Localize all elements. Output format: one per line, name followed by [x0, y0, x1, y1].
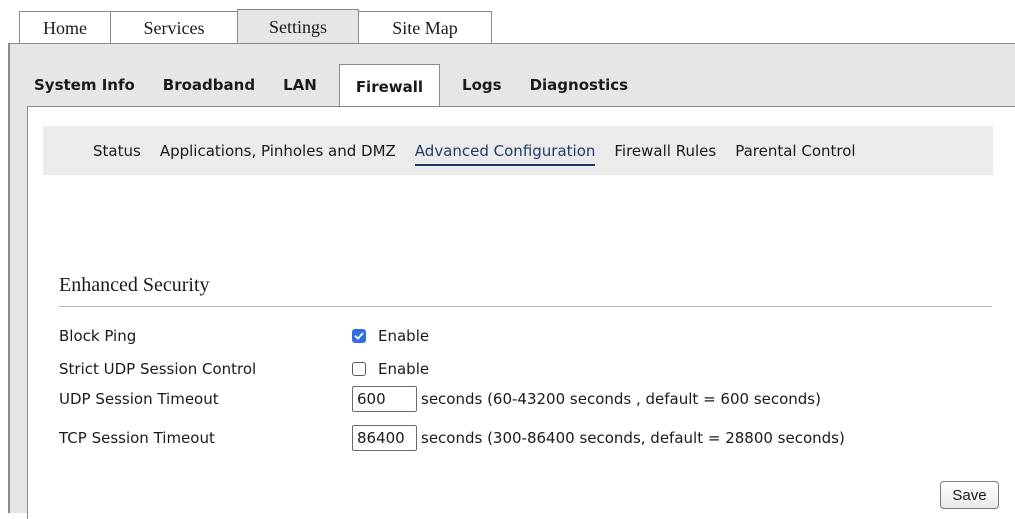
tcp-timeout-hint: seconds (300-86400 seconds, default = 28…	[421, 429, 845, 447]
block-ping-checkbox[interactable]	[352, 329, 366, 343]
tcp-timeout-input[interactable]: 86400	[352, 425, 417, 451]
tab-diagnostics[interactable]: Diagnostics	[530, 65, 629, 105]
tab-settings[interactable]: Settings	[237, 9, 359, 44]
strict-udp-checkbox[interactable]	[352, 362, 366, 376]
save-button[interactable]: Save	[940, 481, 999, 509]
tab-logs[interactable]: Logs	[462, 65, 502, 105]
block-ping-label: Block Ping	[59, 327, 137, 345]
tab-site-map[interactable]: Site Map	[358, 11, 492, 44]
strict-udp-row: Strict UDP Session Control Enable	[59, 358, 429, 380]
link-advanced-configuration[interactable]: Advanced Configuration	[414, 142, 595, 166]
strict-udp-enable-label: Enable	[378, 360, 430, 378]
checkmark-icon	[354, 332, 364, 340]
udp-timeout-input[interactable]: 600	[352, 386, 417, 412]
tab-firewall[interactable]: Firewall	[338, 64, 441, 109]
udp-timeout-hint: seconds (60-43200 seconds , default = 60…	[421, 390, 821, 408]
section-divider	[59, 306, 992, 307]
tab-broadband[interactable]: Broadband	[163, 65, 255, 105]
tcp-timeout-label: TCP Session Timeout	[59, 429, 215, 447]
block-ping-row: Block Ping Enable	[59, 325, 429, 347]
settings-sub-tabs: System Info Broadband LAN Firewall Logs …	[34, 64, 656, 109]
firewall-sub-nav: Status Applications, Pinholes and DMZ Ad…	[43, 126, 993, 175]
tab-home[interactable]: Home	[19, 11, 111, 44]
tab-system-info[interactable]: System Info	[34, 65, 135, 105]
tab-lan[interactable]: LAN	[283, 65, 317, 105]
strict-udp-label: Strict UDP Session Control	[59, 360, 257, 378]
settings-panel: System Info Broadband LAN Firewall Logs …	[8, 43, 1015, 519]
link-parental-control[interactable]: Parental Control	[735, 142, 855, 160]
link-applications-pinholes-dmz[interactable]: Applications, Pinholes and DMZ	[160, 142, 396, 160]
section-title: Enhanced Security	[59, 274, 210, 296]
firewall-content: Status Applications, Pinholes and DMZ Ad…	[27, 106, 1015, 519]
top-nav-tabs: Home Services Settings Site Map	[19, 9, 492, 44]
udp-timeout-row: UDP Session Timeout 600 seconds (60-4320…	[59, 386, 821, 412]
udp-timeout-label: UDP Session Timeout	[59, 390, 219, 408]
link-status[interactable]: Status	[93, 142, 141, 160]
tcp-timeout-row: TCP Session Timeout 86400 seconds (300-8…	[59, 425, 845, 451]
block-ping-enable-label: Enable	[378, 327, 430, 345]
tab-services[interactable]: Services	[110, 11, 238, 44]
link-firewall-rules[interactable]: Firewall Rules	[614, 142, 716, 160]
